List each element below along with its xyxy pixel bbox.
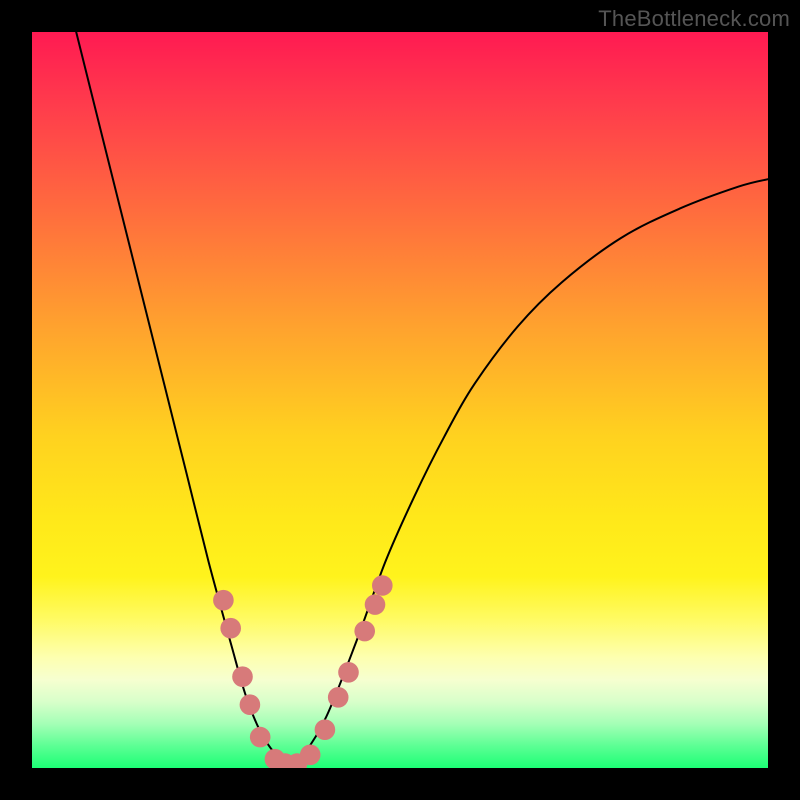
highlight-dot: [232, 666, 253, 687]
highlight-dot: [338, 662, 359, 683]
highlight-dot: [220, 618, 241, 639]
highlight-dot: [300, 745, 321, 766]
highlight-dot: [213, 590, 234, 611]
watermark-text: TheBottleneck.com: [598, 6, 790, 32]
highlight-dot: [372, 575, 393, 596]
highlight-dots: [213, 575, 393, 768]
bottleneck-curve: [76, 32, 768, 764]
highlight-dot: [240, 694, 261, 715]
curve-layer: [32, 32, 768, 768]
chart-frame: TheBottleneck.com: [0, 0, 800, 800]
highlight-dot: [365, 594, 386, 615]
plot-area: [32, 32, 768, 768]
highlight-dot: [315, 719, 336, 740]
highlight-dot: [354, 621, 375, 642]
highlight-dot: [328, 687, 349, 708]
highlight-dot: [250, 727, 271, 748]
